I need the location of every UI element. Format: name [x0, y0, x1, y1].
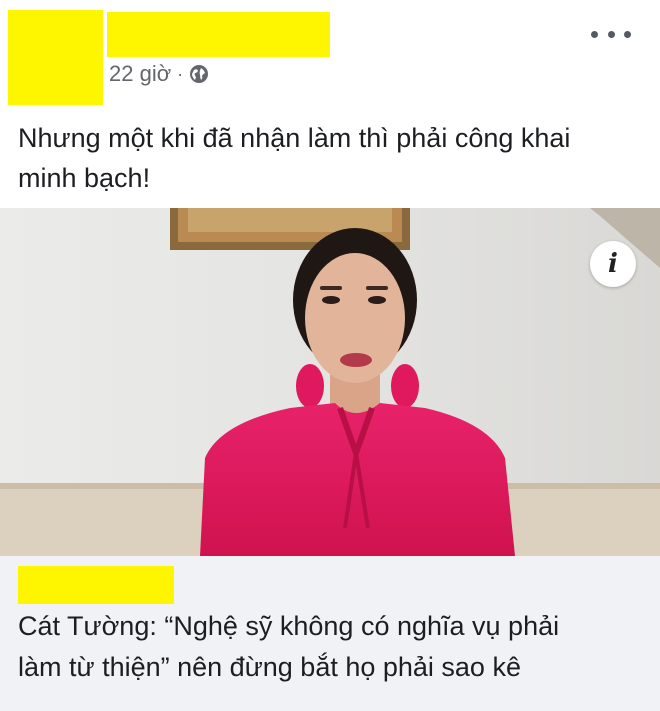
- link-headline[interactable]: Cát Tường: “Nghệ sỹ không có nghĩa vụ ph…: [18, 606, 648, 688]
- link-preview-footer[interactable]: Cát Tường: “Nghệ sỹ không có nghĩa vụ ph…: [0, 556, 660, 711]
- avatar-redacted[interactable]: [8, 10, 103, 105]
- source-domain-redacted: [18, 566, 174, 604]
- author-name-redacted[interactable]: [107, 12, 330, 57]
- more-options-icon[interactable]: [591, 22, 631, 46]
- headline-line: làm từ thiện” nên đừng bắt họ phải sao k…: [18, 652, 521, 682]
- video-still-woman-in-pink: [0, 208, 660, 556]
- info-icon[interactable]: i: [590, 241, 636, 287]
- meta-separator: ·: [177, 64, 184, 84]
- headline-line: Cát Tường: “Nghệ sỹ không có nghĩa vụ ph…: [18, 611, 560, 641]
- link-preview-image[interactable]: i: [0, 208, 660, 556]
- facebook-post-card: 22 giờ · Nhưng một khi đã nhận làm thì p…: [0, 0, 660, 711]
- post-text: Nhưng một khi đã nhận làm thì phải công …: [18, 118, 638, 198]
- post-meta: 22 giờ ·: [109, 60, 209, 88]
- globe-icon[interactable]: [189, 64, 209, 84]
- post-text-line: Nhưng một khi đã nhận làm thì phải công …: [18, 123, 571, 153]
- post-text-line: minh bạch!: [18, 163, 151, 193]
- timestamp[interactable]: 22 giờ: [109, 61, 171, 87]
